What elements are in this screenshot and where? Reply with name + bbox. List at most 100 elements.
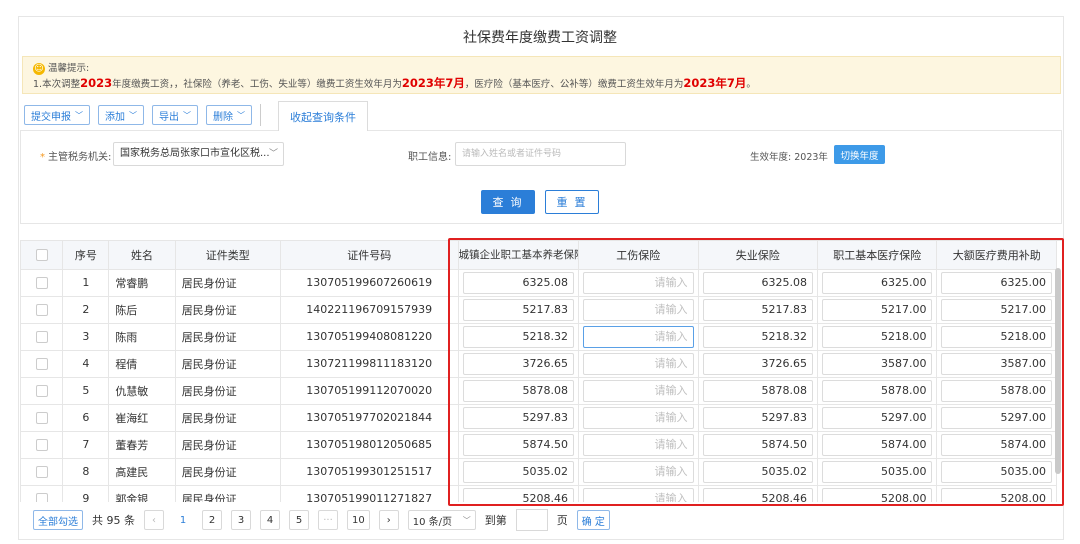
table-scrollbar[interactable] xyxy=(1055,268,1061,474)
row-checkbox-cell[interactable] xyxy=(21,269,64,297)
work-injury-insurance-input[interactable] xyxy=(583,460,694,483)
medical-insurance-input[interactable] xyxy=(821,325,933,348)
row-checkbox-cell[interactable] xyxy=(21,404,64,432)
row-checkbox-cell[interactable] xyxy=(21,296,64,324)
select-all-button[interactable]: 全部勾选 xyxy=(33,510,83,530)
next-page-button[interactable]: › xyxy=(378,510,399,530)
checkbox[interactable] xyxy=(35,439,48,451)
pension-insurance-input[interactable] xyxy=(462,325,575,348)
medical-insurance-input[interactable] xyxy=(821,379,933,402)
row-index: 4 xyxy=(62,350,110,378)
major-medical-subsidy-input[interactable] xyxy=(941,487,1052,502)
amount-cell xyxy=(817,404,938,432)
work-injury-insurance-input[interactable] xyxy=(583,379,694,402)
medical-insurance-input[interactable] xyxy=(821,271,933,294)
medical-insurance-input[interactable] xyxy=(821,487,933,502)
page-button[interactable]: 10 xyxy=(347,510,370,530)
prev-page-button[interactable]: ‹ xyxy=(144,510,164,530)
checkbox[interactable] xyxy=(35,358,48,370)
medical-insurance-input[interactable] xyxy=(821,298,933,321)
row-checkbox-cell[interactable] xyxy=(21,350,64,378)
row-checkbox-cell[interactable] xyxy=(21,377,64,405)
checkbox[interactable] xyxy=(35,331,48,343)
chevron-down-icon: ﹀ xyxy=(129,110,137,120)
row-checkbox-cell[interactable] xyxy=(21,323,64,351)
medical-insurance-input[interactable] xyxy=(821,433,933,456)
work-injury-insurance-input[interactable] xyxy=(583,298,694,321)
page-button[interactable]: 3 xyxy=(231,510,251,530)
delete-button[interactable]: 删除 ﹀ xyxy=(206,105,252,125)
unemployment-insurance-input[interactable] xyxy=(702,433,813,456)
pension-insurance-input[interactable] xyxy=(462,487,575,502)
table-header: 序号 姓名 证件类型 证件号码 城镇企业职工基本养老保险 工伤保险 失业保险 职… xyxy=(21,241,1057,270)
checkbox[interactable] xyxy=(35,277,48,289)
unemployment-insurance-input[interactable] xyxy=(702,379,813,402)
work-injury-insurance-input[interactable] xyxy=(583,325,694,348)
major-medical-subsidy-input[interactable] xyxy=(941,325,1052,348)
work-injury-insurance-input[interactable] xyxy=(583,352,694,375)
row-checkbox-cell[interactable] xyxy=(21,458,64,486)
pension-insurance-input[interactable] xyxy=(462,433,575,456)
amount-cell xyxy=(817,485,938,502)
checkbox[interactable] xyxy=(35,493,48,502)
switch-year-button[interactable]: 切换年度 xyxy=(834,145,885,164)
work-injury-insurance-input[interactable] xyxy=(583,487,694,502)
major-medical-subsidy-input[interactable] xyxy=(941,352,1052,375)
add-button[interactable]: 添加 ﹀ xyxy=(98,105,144,125)
checkbox[interactable] xyxy=(35,466,48,478)
pension-insurance-input[interactable] xyxy=(462,406,575,429)
select-all-header[interactable] xyxy=(21,241,64,270)
work-injury-insurance-input[interactable] xyxy=(583,433,694,456)
page-unit-label: 页 xyxy=(556,514,568,527)
pension-insurance-input[interactable] xyxy=(462,460,575,483)
unemployment-insurance-input[interactable] xyxy=(702,298,813,321)
checkbox[interactable] xyxy=(35,304,48,316)
pension-insurance-input[interactable] xyxy=(462,352,575,375)
medical-insurance-input[interactable] xyxy=(821,406,933,429)
goto-page-input[interactable] xyxy=(515,509,548,531)
major-medical-subsidy-input[interactable] xyxy=(941,406,1052,429)
more-pages-button[interactable]: ··· xyxy=(318,510,338,530)
unemployment-insurance-input[interactable] xyxy=(702,406,813,429)
medical-insurance-input[interactable] xyxy=(821,352,933,375)
unemployment-insurance-input[interactable] xyxy=(702,460,813,483)
submit-declaration-button[interactable]: 提交申报 ﹀ xyxy=(24,105,90,125)
checkbox[interactable] xyxy=(35,385,48,397)
checkbox[interactable] xyxy=(35,249,48,262)
page-size-select[interactable]: 10 条/页 ﹀ xyxy=(407,510,476,530)
collapse-query-tab[interactable]: 收起查询条件 xyxy=(278,101,368,131)
page-button[interactable]: 4 xyxy=(260,510,280,530)
major-medical-subsidy-input[interactable] xyxy=(941,433,1052,456)
checkbox[interactable] xyxy=(35,412,48,424)
pension-insurance-input[interactable] xyxy=(462,271,575,294)
chevron-down-icon: ﹀ xyxy=(75,110,83,120)
row-checkbox-cell[interactable] xyxy=(21,485,64,502)
page-button[interactable]: 1 xyxy=(173,510,193,530)
unemployment-insurance-input[interactable] xyxy=(702,271,813,294)
work-injury-insurance-input[interactable] xyxy=(583,406,694,429)
tax-office-select[interactable]: 国家税务总局张家口市宣化区税... ﹀ xyxy=(113,142,284,166)
employee-name: 陈雨 xyxy=(108,323,176,351)
row-index: 6 xyxy=(62,404,110,432)
page-button[interactable]: 5 xyxy=(289,510,309,530)
unemployment-insurance-input[interactable] xyxy=(702,352,813,375)
reset-button[interactable]: 重 置 xyxy=(545,190,599,214)
unemployment-insurance-input[interactable] xyxy=(702,487,813,502)
major-medical-subsidy-input[interactable] xyxy=(941,298,1052,321)
confirm-page-button[interactable]: 确 定 xyxy=(576,510,610,530)
employee-info-input[interactable] xyxy=(455,142,626,166)
row-checkbox-cell[interactable] xyxy=(21,431,64,459)
work-injury-insurance-input[interactable] xyxy=(583,271,694,294)
amount-cell xyxy=(817,350,938,378)
major-medical-subsidy-input[interactable] xyxy=(941,271,1052,294)
unemployment-insurance-input[interactable] xyxy=(702,325,813,348)
pension-insurance-input[interactable] xyxy=(462,379,575,402)
pension-insurance-input[interactable] xyxy=(462,298,575,321)
major-medical-subsidy-input[interactable] xyxy=(941,379,1052,402)
medical-insurance-input[interactable] xyxy=(821,460,933,483)
page-button[interactable]: 2 xyxy=(202,510,222,530)
major-medical-subsidy-input[interactable] xyxy=(941,460,1052,483)
query-button[interactable]: 查 询 xyxy=(481,190,535,214)
amount-cell xyxy=(936,458,1057,486)
export-button[interactable]: 导出 ﹀ xyxy=(152,105,198,125)
